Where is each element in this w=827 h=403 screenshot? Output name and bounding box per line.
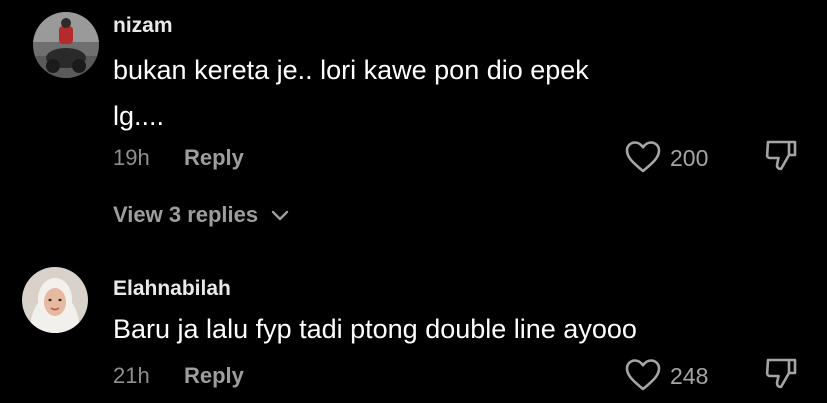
dislike-icon bbox=[765, 140, 797, 171]
comment-username[interactable]: Elahnabilah bbox=[113, 277, 231, 301]
heart-icon bbox=[625, 141, 661, 173]
comment-text-line: bukan kereta je.. lori kawe pon dio epek bbox=[113, 55, 589, 85]
dislike-button[interactable] bbox=[763, 356, 799, 397]
comment-timestamp: 19h bbox=[113, 145, 150, 170]
avatar-image-elahnabilah bbox=[22, 267, 88, 333]
comment-item: nizam bukan kereta je.. lori kawe pon di… bbox=[0, 0, 827, 250]
like-count: 248 bbox=[670, 363, 709, 389]
reply-button[interactable]: Reply bbox=[184, 145, 244, 171]
comment-timestamp: 21h bbox=[113, 363, 150, 388]
like-count: 200 bbox=[670, 145, 709, 171]
view-replies-button[interactable]: View 3 replies bbox=[113, 202, 290, 228]
heart-icon bbox=[625, 359, 661, 391]
comments-screen: { "comments": [ { "username": "nizam", "… bbox=[0, 0, 827, 403]
like-button[interactable] bbox=[624, 358, 662, 397]
comment-text-line: lg.... bbox=[113, 101, 165, 131]
comment-item: Elahnabilah Baru ja lalu fyp tadi ptong … bbox=[0, 255, 827, 403]
avatar[interactable] bbox=[22, 267, 88, 333]
avatar[interactable] bbox=[33, 12, 99, 78]
dislike-button[interactable] bbox=[763, 138, 799, 179]
avatar-image-nizam bbox=[33, 12, 99, 78]
chevron-down-icon bbox=[272, 210, 289, 221]
view-replies-label: View 3 replies bbox=[113, 202, 259, 227]
reply-button[interactable]: Reply bbox=[184, 363, 244, 389]
comment-text-line: Baru ja lalu fyp tadi ptong double line … bbox=[113, 314, 637, 344]
comment-username[interactable]: nizam bbox=[113, 14, 173, 38]
dislike-icon bbox=[765, 358, 797, 389]
like-button[interactable] bbox=[624, 140, 662, 179]
